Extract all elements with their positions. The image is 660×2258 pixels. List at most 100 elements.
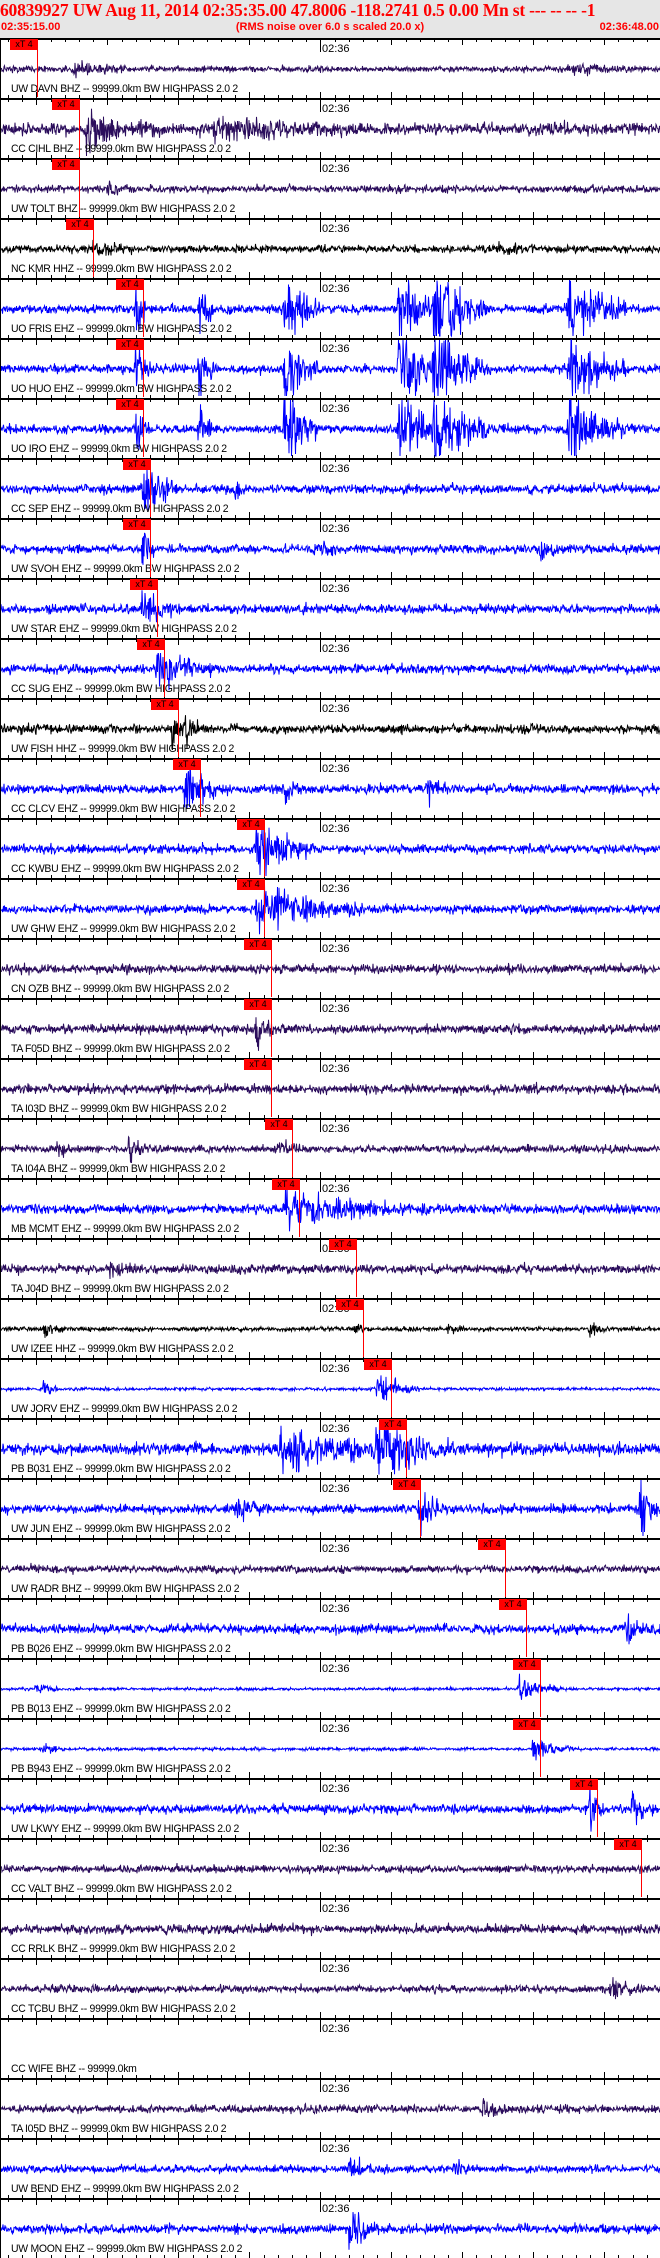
phase-pick-marker[interactable]: xT 4 bbox=[265, 1119, 293, 1130]
phase-pick-marker[interactable]: xT 4 bbox=[570, 1779, 598, 1790]
phase-pick-marker[interactable]: xT 4 bbox=[244, 939, 272, 950]
waveform-trace bbox=[1, 962, 660, 977]
waveform-trace bbox=[1, 1261, 660, 1280]
minute-label: 02:36 bbox=[322, 283, 350, 295]
start-time: 02:35:15.00 bbox=[1, 21, 61, 33]
minute-label: 02:36 bbox=[322, 1423, 350, 1435]
phase-pick-marker[interactable]: xT 4 bbox=[237, 819, 265, 830]
phase-pick-marker[interactable]: xT 4 bbox=[116, 399, 144, 410]
waveform-trace bbox=[1, 239, 660, 256]
phase-pick-marker[interactable]: xT 4 bbox=[52, 99, 80, 110]
trace-panel: 02:36 UO FRIS EHZ -- 99999.0km BW HIGHPAS… bbox=[1, 278, 660, 338]
phase-pick-marker[interactable]: xT 4 bbox=[244, 1059, 272, 1070]
minute-label: 02:36 bbox=[322, 583, 350, 595]
phase-pick-marker[interactable]: xT 4 bbox=[336, 1299, 364, 1310]
station-label: UW STAR EHZ -- 99999.0km BW HIGHPASS 2.0… bbox=[11, 623, 237, 635]
minute-label: 02:36 bbox=[322, 1543, 350, 1555]
phase-pick-marker[interactable]: xT 4 bbox=[137, 639, 165, 650]
trace-panel: 02:36 UW GHW EHZ -- 99999.0km BW HIGHPASS… bbox=[1, 878, 660, 938]
minute-label: 02:36 bbox=[322, 2083, 350, 2095]
trace-panel: 02:36 PB B031 EHZ -- 99999.0km BW HIGHPAS… bbox=[1, 1418, 660, 1478]
phase-pick-marker[interactable]: xT 4 bbox=[614, 1839, 642, 1850]
trace-panel: 02:36 NC KMR HHZ -- 99999.0km BW HIGHPASS… bbox=[1, 218, 660, 278]
trace-panel: 02:36 CC KWBU EHZ -- 99999.0km BW HIGHPAS… bbox=[1, 818, 660, 878]
waveform-trace bbox=[1, 1375, 660, 1401]
minute-label: 02:36 bbox=[322, 343, 350, 355]
waveform-trace bbox=[1, 1977, 660, 2000]
phase-pick-marker[interactable]: xT 4 bbox=[513, 1659, 541, 1670]
trace-panel: 02:36 CC RRLK BHZ -- 99999.0km BW HIGHPAS… bbox=[1, 1898, 660, 1958]
phase-pick-marker[interactable]: xT 4 bbox=[123, 519, 151, 530]
station-label: CC WIFE BHZ -- 99999.0km bbox=[11, 2063, 137, 2075]
phase-pick-marker[interactable]: xT 4 bbox=[499, 1599, 527, 1610]
phase-pick-marker[interactable]: xT 4 bbox=[244, 999, 272, 1010]
waveform-trace bbox=[1, 1562, 660, 1576]
trace-panel: 02:36 UW FISH HHZ -- 99999.0km BW HIGHPAS… bbox=[1, 698, 660, 758]
trace-panel: 02:36 TA I03D BHZ -- 99999.0km BW HIGHPAS… bbox=[1, 1058, 660, 1118]
station-label: UW SVOH EHZ -- 99999.0km BW HIGHPASS 2.0… bbox=[11, 563, 240, 575]
trace-panel: 02:36 UW SVOH EHZ -- 99999.0km BW HIGHPAS… bbox=[1, 518, 660, 578]
trace-panel: 02:36 TA I05D BHZ -- 99999.0km BW HIGHPAS… bbox=[1, 2078, 660, 2138]
phase-pick-marker[interactable]: xT 4 bbox=[478, 1539, 506, 1550]
phase-pick-marker[interactable]: xT 4 bbox=[364, 1359, 392, 1370]
waveform-trace bbox=[1, 1081, 660, 1096]
trace-panel: 02:36TA J04D BHZ -- 99999.0km BW HIGHPAS… bbox=[1, 1238, 660, 1298]
minute-label: 02:36 bbox=[322, 2143, 350, 2155]
minute-label: 02:36 bbox=[322, 1963, 350, 1975]
minute-label: 02:36 bbox=[322, 763, 350, 775]
trace-panel: 02:36 PB B013 EHZ -- 99999.0km BW HIGHPAS… bbox=[1, 1658, 660, 1718]
trace-panel: 02:36 CC VALT BHZ -- 99999.0km BW HIGHPAS… bbox=[1, 1838, 660, 1898]
station-label: MB MCMT EHZ -- 99999.0km BW HIGHPASS 2.0… bbox=[11, 1223, 240, 1235]
minute-label: 02:36 bbox=[322, 1843, 350, 1855]
phase-pick-marker[interactable]: xT 4 bbox=[379, 1419, 407, 1430]
station-label: CC CLCV EHZ -- 99999.0km BW HIGHPASS 2.0… bbox=[11, 803, 236, 815]
station-label: UW JORV EHZ -- 99999.0km BW HIGHPASS 2.0… bbox=[11, 1403, 238, 1415]
station-label: UW BEND EHZ -- 99999.0km BW HIGHPASS 2.0… bbox=[11, 2183, 239, 2195]
phase-pick-marker[interactable]: xT 4 bbox=[272, 1179, 300, 1190]
phase-pick-marker[interactable]: xT 4 bbox=[116, 339, 144, 350]
minute-label: 02:36 bbox=[322, 1663, 350, 1675]
phase-pick-marker[interactable]: xT 4 bbox=[123, 459, 151, 470]
trace-panel: 02:36 CC CLCV EHZ -- 99999.0km BW HIGHPAS… bbox=[1, 758, 660, 818]
phase-pick-marker[interactable]: xT 4 bbox=[116, 279, 144, 290]
trace-panel: 02:36 CC SUG EHZ -- 99999.0km BW HIGHPASS… bbox=[1, 638, 660, 698]
trace-panel: 02:36 UO IRO EHZ -- 99999.0km BW HIGHPASS… bbox=[1, 398, 660, 458]
phase-pick-marker[interactable]: xT 4 bbox=[130, 579, 158, 590]
minute-label: 02:36 bbox=[322, 1723, 350, 1735]
station-label: PB B031 EHZ -- 99999.0km BW HIGHPASS 2.0… bbox=[11, 1463, 231, 1475]
phase-pick-marker[interactable]: xT 4 bbox=[237, 879, 265, 890]
phase-pick-marker[interactable]: xT 4 bbox=[66, 219, 94, 230]
phase-pick-marker[interactable]: xT 4 bbox=[513, 1719, 541, 1730]
minute-label: 02:36 bbox=[322, 2203, 350, 2215]
waveform-trace bbox=[1, 1613, 660, 1645]
station-label: TA F05D BHZ -- 99999.0km BW HIGHPASS 2.0… bbox=[11, 1043, 230, 1055]
minute-label: 02:36 bbox=[322, 1903, 350, 1915]
minute-label: 02:36 bbox=[322, 703, 350, 715]
station-label: CC RRLK BHZ -- 99999.0km BW HIGHPASS 2.0… bbox=[11, 1943, 236, 1955]
minute-label: 02:36 bbox=[322, 1003, 350, 1015]
station-label: CC SEP EHZ -- 99999.0km BW HIGHPASS 2.0 … bbox=[11, 503, 229, 515]
trace-panel: 02:36 UW TOLT BHZ -- 99999.0km BW HIGHPAS… bbox=[1, 158, 660, 218]
header: 60839927 UW Aug 11, 2014 02:35:35.00 47.… bbox=[0, 0, 660, 38]
waveform-trace bbox=[1, 1673, 660, 1700]
station-label: TA I04A BHZ -- 99999.0km BW HIGHPASS 2.0… bbox=[11, 1163, 226, 1175]
minute-label: 02:36 bbox=[322, 1063, 350, 1075]
station-label: NC KMR HHZ -- 99999.0km BW HIGHPASS 2.0 … bbox=[11, 263, 232, 275]
station-label: UW RADR BHZ -- 99999.0km BW HIGHPASS 2.0… bbox=[11, 1583, 240, 1595]
minute-label: 02:36 bbox=[322, 103, 350, 115]
trace-panel: 02:36 MB MCMT EHZ -- 99999.0km BW HIGHPAS… bbox=[1, 1178, 660, 1238]
station-label: UW JUN EHZ -- 99999.0km BW HIGHPASS 2.0 … bbox=[11, 1523, 231, 1535]
phase-pick-marker[interactable]: xT 4 bbox=[10, 39, 38, 50]
phase-pick-marker[interactable]: xT 4 bbox=[52, 159, 80, 170]
phase-pick-marker[interactable]: xT 4 bbox=[173, 759, 201, 770]
phase-pick-marker[interactable]: xT 4 bbox=[151, 699, 179, 710]
phase-pick-marker[interactable]: xT 4 bbox=[393, 1479, 421, 1490]
waveform-trace bbox=[1, 532, 660, 565]
waveform-trace bbox=[1, 180, 660, 196]
station-label: PB B013 EHZ -- 99999.0km BW HIGHPASS 2.0… bbox=[11, 1703, 231, 1715]
station-label: UO FRIS EHZ -- 99999.0km BW HIGHPASS 2.0… bbox=[11, 323, 232, 335]
minute-label: 02:36 bbox=[322, 1603, 350, 1615]
trace-panel: 02:36 PB B026 EHZ -- 99999.0km BW HIGHPAS… bbox=[1, 1598, 660, 1658]
trace-panel: 02:36 CC WIFE BHZ -- 99999.0km bbox=[1, 2018, 660, 2078]
phase-pick-marker[interactable]: xT 4 bbox=[329, 1239, 357, 1250]
